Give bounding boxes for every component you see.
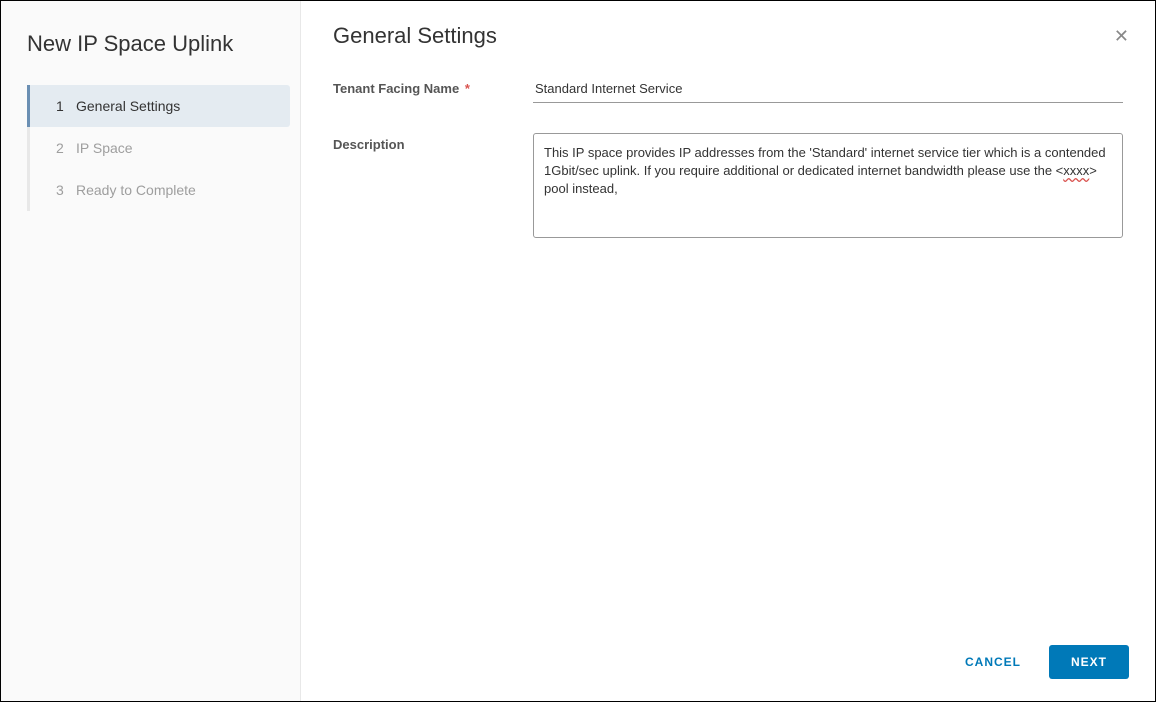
step-number: 2 bbox=[56, 140, 76, 156]
tenant-name-input-wrap bbox=[533, 77, 1123, 103]
required-asterisk: * bbox=[465, 81, 470, 96]
description-textarea[interactable]: This IP space provides IP addresses from… bbox=[533, 133, 1123, 238]
field-tenant-facing-name: Tenant Facing Name * bbox=[333, 77, 1123, 103]
desc-text-pre: This IP space provides IP addresses from… bbox=[544, 145, 1109, 178]
step-ready-to-complete[interactable]: 3 Ready to Complete bbox=[27, 169, 300, 211]
desc-text-spellerror: xxxx bbox=[1063, 163, 1089, 178]
wizard-steps: 1 General Settings 2 IP Space 3 Ready to… bbox=[27, 85, 300, 211]
cancel-button[interactable]: CANCEL bbox=[955, 647, 1031, 677]
description-input-wrap: This IP space provides IP addresses from… bbox=[533, 133, 1123, 238]
next-button[interactable]: NEXT bbox=[1049, 645, 1129, 679]
label-text: Tenant Facing Name bbox=[333, 81, 459, 96]
wizard-footer: CANCEL NEXT bbox=[301, 627, 1155, 701]
description-label: Description bbox=[333, 133, 533, 152]
tenant-name-input[interactable] bbox=[533, 77, 1123, 103]
page-title: General Settings bbox=[333, 23, 497, 49]
step-ip-space[interactable]: 2 IP Space bbox=[27, 127, 300, 169]
form-area: Tenant Facing Name * Description This IP… bbox=[301, 69, 1155, 627]
step-number: 1 bbox=[56, 98, 76, 114]
close-icon[interactable]: ✕ bbox=[1114, 26, 1129, 47]
wizard-title: New IP Space Uplink bbox=[1, 21, 300, 85]
step-label: General Settings bbox=[76, 98, 180, 114]
field-description: Description This IP space provides IP ad… bbox=[333, 133, 1123, 238]
step-general-settings[interactable]: 1 General Settings bbox=[27, 85, 290, 127]
wizard-dialog: New IP Space Uplink 1 General Settings 2… bbox=[0, 0, 1156, 702]
wizard-sidebar: New IP Space Uplink 1 General Settings 2… bbox=[1, 1, 301, 701]
step-label: IP Space bbox=[76, 140, 133, 156]
step-number: 3 bbox=[56, 182, 76, 198]
step-label: Ready to Complete bbox=[76, 182, 196, 198]
main-header: General Settings ✕ bbox=[301, 1, 1155, 69]
tenant-name-label: Tenant Facing Name * bbox=[333, 77, 533, 96]
wizard-main: General Settings ✕ Tenant Facing Name * … bbox=[301, 1, 1155, 701]
